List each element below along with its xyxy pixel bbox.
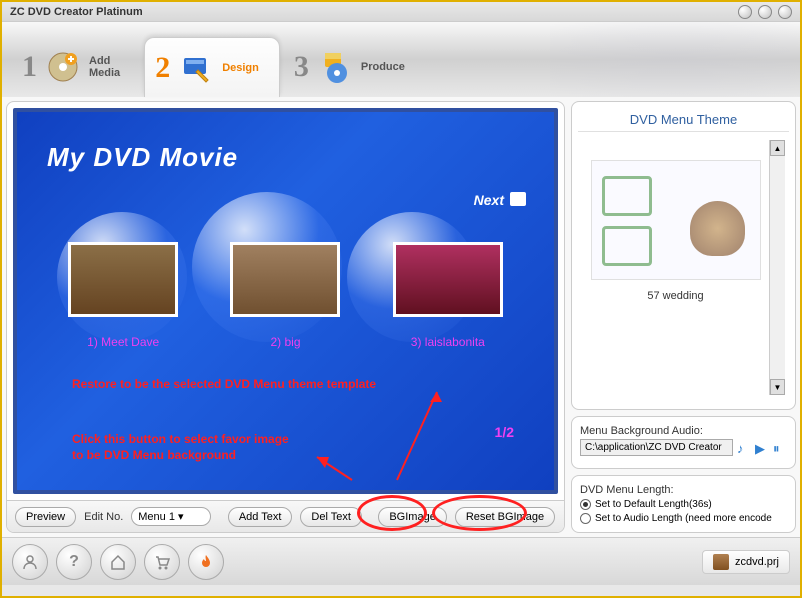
help-button[interactable]: ? [56,544,92,580]
theme-thumbnail [591,160,761,280]
scroll-up-button[interactable]: ▲ [770,140,785,156]
radio-label: Set to Default Length(36s) [595,499,712,510]
thumbnail-image [393,242,503,317]
flame-icon [197,553,215,571]
next-label[interactable]: Next [474,192,504,208]
cart-button[interactable] [144,544,180,580]
thumbnail-label: 3) laislabonita [393,335,503,349]
del-text-button[interactable]: Del Text [300,507,362,527]
scroll-track[interactable] [770,156,785,379]
annotation-bgimage: Click this button to select favor image … [72,432,289,463]
minimize-button[interactable] [738,5,752,19]
menu-item[interactable]: 1) Meet Dave [68,242,178,349]
theme-list: 57 wedding ▲ ▼ [578,132,789,403]
theme-caption: 57 wedding [582,290,769,302]
step-produce[interactable]: 3 Produce [284,37,425,97]
app-window: ZC DVD Creator Platinum 1 Add Media 2 De… [0,0,802,598]
edit-toolbar: Preview Edit No. Menu 1 ▾ Add Text Del T… [7,500,564,532]
menu-item[interactable]: 2) big [230,242,340,349]
user-icon [21,553,39,571]
film-icon [713,554,729,570]
bgimage-button[interactable]: BGImage [378,507,446,527]
theme-header: DVD Menu Theme [578,108,789,132]
user-button[interactable] [12,544,48,580]
titlebar: ZC DVD Creator Platinum [2,2,800,22]
length-settings: DVD Menu Length: Set to Default Length(3… [571,475,796,533]
thumbnail-label: 1) Meet Dave [68,335,178,349]
length-label: DVD Menu Length: [580,484,787,496]
stop-icon[interactable]: ⏸ [773,441,787,455]
project-name: zcdvd.prj [735,556,779,568]
step-label: Add Media [89,55,120,79]
thumbnail-row: 1) Meet Dave 2) big 3) laislabonita [17,242,554,349]
scroll-down-button[interactable]: ▼ [770,379,785,395]
annotation-restore: Restore to be the selected DVD Menu them… [72,377,376,393]
preview-button[interactable]: Preview [15,507,76,527]
step-label: Design [222,62,259,74]
design-panel: My DVD Movie Next 1) Meet Dave 2) big [6,101,565,533]
theme-panel: DVD Menu Theme 57 wedding ▲ ▼ [571,101,796,410]
step-number: 2 [155,51,170,85]
music-note-icon[interactable]: ♪ [737,441,751,455]
maximize-button[interactable] [758,5,772,19]
window-controls [738,5,792,19]
footer-bar: ? zcdvd.prj [2,537,800,585]
menu-select-value: Menu 1 [138,511,175,523]
play-icon[interactable]: ▶ [755,441,769,455]
close-button[interactable] [778,5,792,19]
page-indicator: 1/2 [495,424,514,440]
home-button[interactable] [100,544,136,580]
dvd-menu-title[interactable]: My DVD Movie [47,142,238,173]
step-design[interactable]: 2 Design [144,37,280,97]
next-button-icon[interactable] [510,192,526,206]
audio-settings: Menu Background Audio: C:\application\ZC… [571,416,796,469]
reset-bgimage-button[interactable]: Reset BGImage [455,507,555,527]
disc-plus-icon [43,47,83,87]
audio-label: Menu Background Audio: [580,425,787,437]
theme-item[interactable]: 57 wedding [582,140,769,395]
audio-path-input[interactable]: C:\application\ZC DVD Creator [580,439,733,456]
edit-no-label: Edit No. [84,511,123,523]
theme-scrollbar[interactable]: ▲ ▼ [769,140,785,395]
project-indicator[interactable]: zcdvd.prj [702,550,790,574]
radio-label: Set to Audio Length (need more encode [595,513,772,524]
dvd-menu-preview[interactable]: My DVD Movie Next 1) Meet Dave 2) big [13,108,558,494]
help-icon: ? [69,553,79,571]
steps-bar: 1 Add Media 2 Design 3 Produce [2,22,800,97]
window-title: ZC DVD Creator Platinum [10,6,143,18]
radio-audio-length[interactable]: Set to Audio Length (need more encode [580,513,787,524]
burn-button[interactable] [188,544,224,580]
design-icon [176,48,216,88]
thumbnail-label: 2) big [230,335,340,349]
main-area: My DVD Movie Next 1) Meet Dave 2) big [2,97,800,537]
frame-icon [602,226,652,266]
radio-icon [580,513,591,524]
step-label: Produce [361,61,405,73]
step-add-media[interactable]: 1 Add Media [12,37,140,97]
basket-icon [690,201,745,256]
right-panel: DVD Menu Theme 57 wedding ▲ ▼ [571,101,796,533]
frame-icon [602,176,652,216]
menu-item[interactable]: 3) laislabonita [393,242,503,349]
home-icon [109,553,127,571]
add-text-button[interactable]: Add Text [228,507,293,527]
step-number: 3 [294,50,309,84]
menu-select[interactable]: Menu 1 ▾ [131,507,211,526]
cart-icon [153,553,171,571]
radio-icon [580,499,591,510]
thumbnail-image [230,242,340,317]
radio-default-length[interactable]: Set to Default Length(36s) [580,499,787,510]
thumbnail-image [68,242,178,317]
step-number: 1 [22,50,37,84]
produce-icon [315,47,355,87]
